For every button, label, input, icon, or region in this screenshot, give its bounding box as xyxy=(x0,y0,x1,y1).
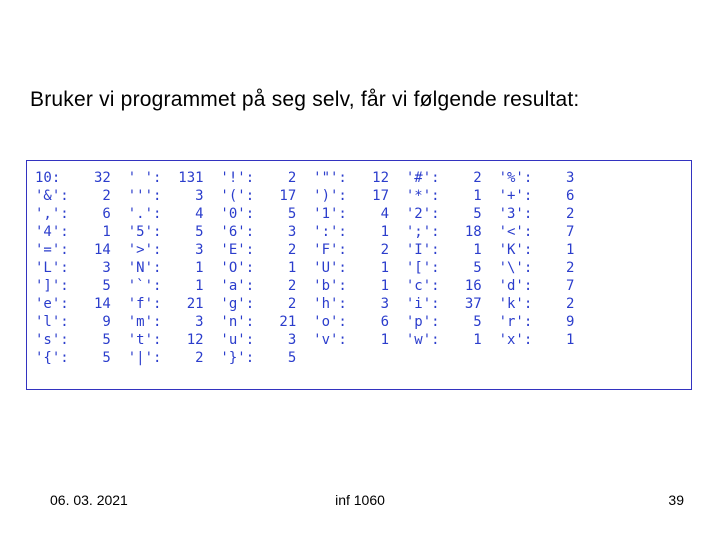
slide-footer: 06. 03. 2021 inf 1060 39 xyxy=(0,492,720,512)
output-box: 10: 32 ' ': 131 '!': 2 '"': 12 '#': 2 '%… xyxy=(26,160,692,390)
footer-date: 06. 03. 2021 xyxy=(50,492,128,508)
footer-course: inf 1060 xyxy=(335,492,385,508)
slide-heading: Bruker vi programmet på seg selv, får vi… xyxy=(30,88,579,112)
output-text: 10: 32 ' ': 131 '!': 2 '"': 12 '#': 2 '%… xyxy=(35,170,574,366)
footer-page-number: 39 xyxy=(668,492,684,508)
